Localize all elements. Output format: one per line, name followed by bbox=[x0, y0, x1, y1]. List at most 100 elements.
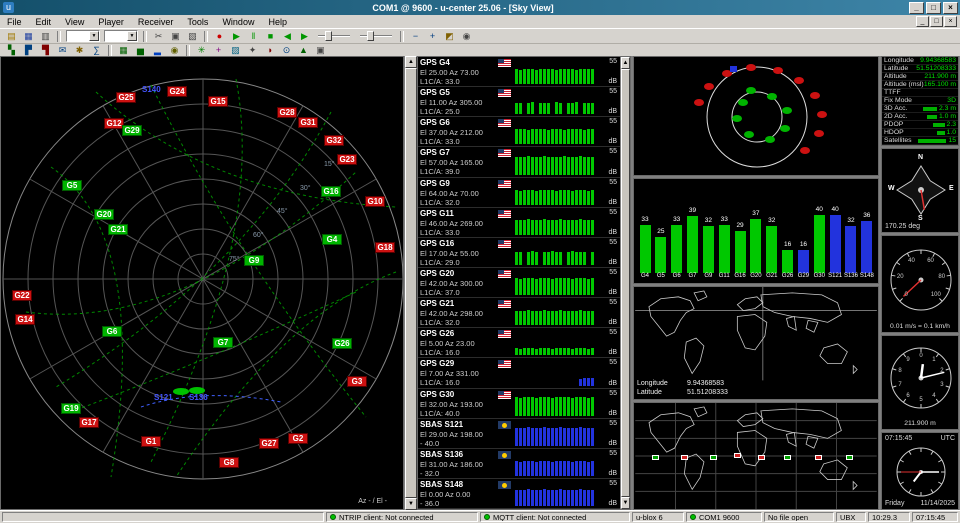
satellite-row[interactable]: GPS G20El 42.00 Az 300.00L1C/A: 37.055dB bbox=[418, 268, 620, 298]
signal-bar bbox=[523, 278, 526, 295]
chevron-down-icon[interactable]: ▼ bbox=[127, 31, 137, 41]
menu-file[interactable]: File bbox=[0, 17, 29, 27]
geo-satellite-marker bbox=[652, 455, 659, 460]
copy-icon[interactable]: ▣ bbox=[167, 30, 184, 43]
satellite-G17: G17 bbox=[79, 417, 99, 428]
mdi-restore-icon[interactable]: □ bbox=[930, 16, 943, 27]
playback-speed-slider[interactable] bbox=[316, 30, 352, 42]
pause-icon[interactable]: ‖ bbox=[245, 30, 262, 43]
menu-edit[interactable]: Edit bbox=[29, 17, 59, 27]
step-forward-icon[interactable]: ▶ bbox=[296, 30, 313, 43]
histogram-view-icon[interactable]: ▂ bbox=[149, 44, 166, 57]
stop-icon[interactable]: ■ bbox=[262, 30, 279, 43]
scale-max-label: 55 bbox=[609, 390, 617, 397]
maximize-icon[interactable]: □ bbox=[926, 2, 941, 14]
mdi-close-icon[interactable]: × bbox=[944, 16, 957, 27]
messages-view-icon[interactable]: ✉ bbox=[54, 44, 71, 57]
chevron-down-icon[interactable]: ▼ bbox=[89, 31, 99, 41]
baudrate-combo[interactable]: ▼ bbox=[104, 30, 138, 42]
compass-view-icon[interactable]: ✦ bbox=[244, 44, 261, 57]
save-log-icon[interactable]: ▦ bbox=[20, 30, 37, 43]
binary-console-icon[interactable]: ▚ bbox=[3, 44, 20, 57]
speedometer-view-icon[interactable]: ◑ bbox=[261, 44, 278, 57]
receiver-port-combo[interactable]: ▼ bbox=[66, 30, 100, 42]
signal-bar bbox=[583, 348, 586, 355]
satellite-row[interactable]: GPS G30El 32.00 Az 193.00L1C/A: 40.055dB bbox=[418, 389, 620, 419]
step-back-icon[interactable]: ◀ bbox=[279, 30, 296, 43]
signal-bar bbox=[535, 252, 538, 265]
menu-view[interactable]: View bbox=[58, 17, 91, 27]
satellite-row[interactable]: GPS G21El 42.00 Az 298.00L1C/A: 32.055dB bbox=[418, 298, 620, 328]
satellite-row[interactable]: GPS G9El 64.00 Az 70.00L1C/A: 32.055dB bbox=[418, 178, 620, 208]
satellite-row[interactable]: GPS G4El 25.00 Az 73.00L1C/A: 33.055dB bbox=[418, 57, 620, 87]
scroll-up-icon[interactable]: ▲ bbox=[405, 56, 417, 68]
satellite-row[interactable]: GPS G16El 17.00 Az 55.00L1C/A: 29.055dB bbox=[418, 238, 620, 268]
scroll-down-icon[interactable]: ▼ bbox=[621, 497, 630, 509]
play-icon[interactable]: ▶ bbox=[228, 30, 245, 43]
signal-bar bbox=[527, 69, 530, 85]
satellite-row[interactable]: SBAS S148El 0.00 Az 0.00- 36.055dB bbox=[418, 479, 620, 509]
satellite-row[interactable]: GPS G29El 7.00 Az 331.00L1C/A: 16.055dB bbox=[418, 358, 620, 388]
close-icon[interactable]: × bbox=[943, 2, 958, 14]
paste-icon[interactable]: ▧ bbox=[184, 30, 201, 43]
deviation-map-icon[interactable]: + bbox=[210, 44, 227, 57]
clock-view-icon[interactable]: ⊙ bbox=[278, 44, 295, 57]
bar-satellite-label: G20 bbox=[750, 273, 761, 281]
signal-bar bbox=[543, 252, 546, 265]
nav-data-value: 211.900 m bbox=[924, 73, 956, 80]
scrollbar-thumb[interactable] bbox=[621, 69, 630, 497]
sky-view-scrollbar[interactable]: ▲ ▼ bbox=[404, 56, 417, 510]
satellite-signal-level: L1C/A: 29.0 bbox=[420, 258, 460, 267]
satellite-el-az: El 46.00 Az 269.00 bbox=[420, 219, 483, 228]
satellite-row[interactable]: GPS G26El 5.00 Az 23.00L1C/A: 16.055dB bbox=[418, 328, 620, 358]
menu-tools[interactable]: Tools bbox=[180, 17, 215, 27]
mdi-minimize-icon[interactable]: _ bbox=[916, 16, 929, 27]
menu-receiver[interactable]: Receiver bbox=[131, 17, 181, 27]
snapshot-icon[interactable]: ◉ bbox=[458, 30, 475, 43]
scrollbar-thumb[interactable] bbox=[405, 68, 417, 498]
packet-console-icon[interactable]: ▜ bbox=[37, 44, 54, 57]
menu-window[interactable]: Window bbox=[215, 17, 261, 27]
signal-bar bbox=[571, 251, 574, 265]
satellite-G14: G14 bbox=[15, 314, 35, 325]
signal-history-chart bbox=[515, 59, 594, 84]
altitude-view-icon[interactable]: ▲ bbox=[295, 44, 312, 57]
scroll-down-icon[interactable]: ▼ bbox=[405, 498, 417, 510]
satellite-row[interactable]: SBAS S136El 31.00 Az 186.00- 32.055dB bbox=[418, 449, 620, 479]
signal-bar bbox=[719, 225, 730, 273]
satellite-row[interactable]: GPS G7El 57.00 Az 165.00L1C/A: 39.055dB bbox=[418, 147, 620, 177]
cut-icon[interactable]: ✂ bbox=[150, 30, 167, 43]
configuration-view-icon[interactable]: ✱ bbox=[71, 44, 88, 57]
signal-bar bbox=[567, 311, 570, 326]
zoom-out-icon[interactable]: − bbox=[407, 30, 424, 43]
status-bar: NTRIP client: Not connectedMQTT client: … bbox=[0, 510, 960, 523]
chart-view-icon[interactable]: ▅ bbox=[132, 44, 149, 57]
scroll-up-icon[interactable]: ▲ bbox=[621, 57, 630, 69]
scale-unit-label: dB bbox=[608, 108, 617, 115]
statistic-view-icon[interactable]: ∑ bbox=[88, 44, 105, 57]
satellite-row[interactable]: GPS G6El 37.00 Az 212.00L1C/A: 33.055dB bbox=[418, 117, 620, 147]
satellite-row[interactable]: SBAS S121El 29.00 Az 198.00- 40.055dB bbox=[418, 419, 620, 449]
docking-windows-icon[interactable]: ▣ bbox=[312, 44, 329, 57]
table-view-icon[interactable]: ▦ bbox=[115, 44, 132, 57]
scale-max-label: 55 bbox=[609, 148, 617, 155]
sky-view-icon[interactable]: ✳ bbox=[193, 44, 210, 57]
zoom-in-icon[interactable]: + bbox=[424, 30, 441, 43]
satellite-row[interactable]: GPS G5El 11.00 Az 305.00L1C/A: 25.055dB bbox=[418, 87, 620, 117]
print-icon[interactable]: ▥ bbox=[37, 30, 54, 43]
signal-bar bbox=[531, 278, 534, 295]
menu-help[interactable]: Help bbox=[261, 17, 294, 27]
minimize-icon[interactable]: _ bbox=[909, 2, 924, 14]
signal-list-scrollbar[interactable]: ▲ ▼ bbox=[620, 57, 630, 509]
colors-icon[interactable]: ◩ bbox=[441, 30, 458, 43]
playback-position-slider[interactable] bbox=[358, 30, 394, 42]
red-satellite-dot bbox=[773, 67, 783, 74]
satellite-row[interactable]: GPS G11El 46.00 Az 269.00L1C/A: 33.055dB bbox=[418, 208, 620, 238]
map-view-icon[interactable]: ▨ bbox=[227, 44, 244, 57]
camera-view-icon[interactable]: ◉ bbox=[166, 44, 183, 57]
signal-bar bbox=[547, 428, 550, 446]
record-icon[interactable]: ● bbox=[211, 30, 228, 43]
menu-player[interactable]: Player bbox=[91, 17, 131, 27]
open-log-icon[interactable]: ▤ bbox=[3, 30, 20, 43]
text-console-icon[interactable]: ▛ bbox=[20, 44, 37, 57]
